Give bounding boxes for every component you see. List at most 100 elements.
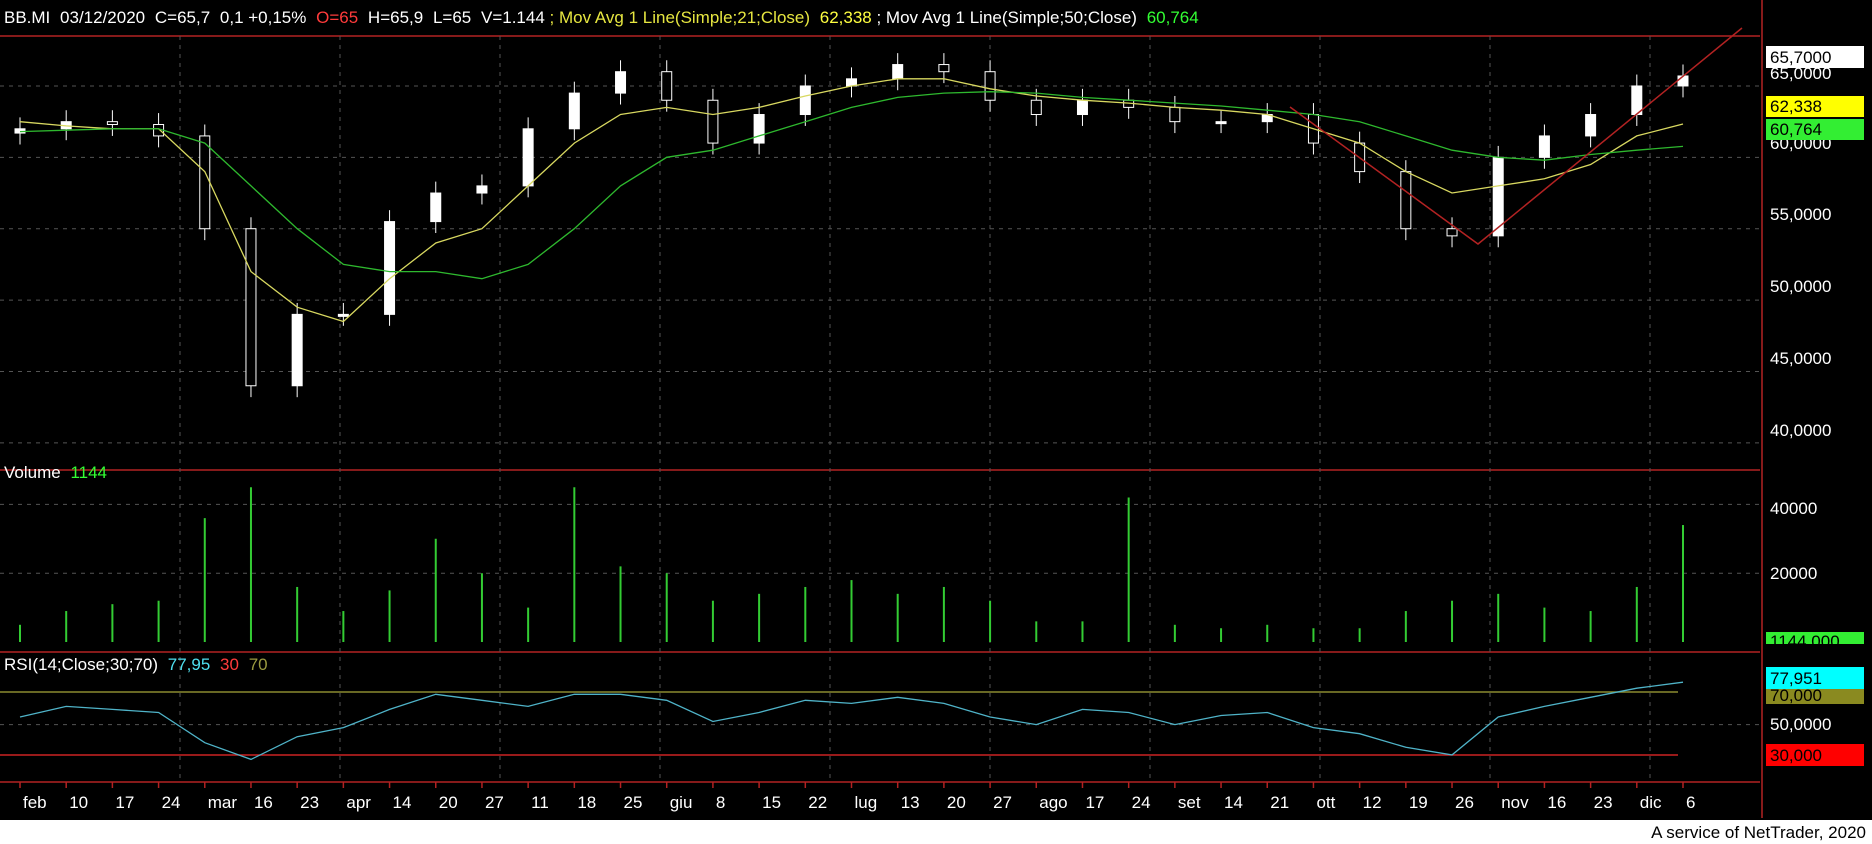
candle-body [799, 85, 811, 116]
candle-body [1169, 106, 1181, 123]
header-date: 03/12/2020 [60, 8, 145, 27]
candle-body [384, 221, 396, 315]
header-ma21-value: 62,338 [820, 8, 872, 27]
header-open: O=65 [316, 8, 358, 27]
x-tick-label: 24 [162, 793, 181, 812]
rsi-title-lower: 30 [220, 655, 239, 674]
x-tick-label: 22 [808, 793, 827, 812]
x-tick-label: lug [855, 793, 878, 812]
volume-last-label: 1144,000 [1770, 632, 1840, 651]
header-ma50-label: ; Mov Avg 1 Line(Simple;50;Close) [876, 8, 1136, 27]
candle-body [1076, 99, 1088, 116]
price-tick-50: 50,0000 [1770, 277, 1831, 296]
rsi-lower-label: 30,000 [1770, 746, 1822, 765]
candle-body [892, 64, 904, 80]
price-tick-45: 45,0000 [1770, 349, 1831, 368]
x-tick-label: 11 [531, 793, 549, 812]
x-tick-label: giu [670, 793, 693, 812]
candle-body [430, 192, 442, 223]
volume-title-value: 1144 [70, 463, 107, 482]
stock-chart: BB.MI 03/12/2020 C=65,7 0,1 +0,15% O=65 … [0, 0, 1872, 844]
candle-body [522, 128, 534, 187]
x-tick-label: 20 [439, 793, 458, 812]
x-tick-label: 16 [1547, 793, 1566, 812]
header-line: BB.MI 03/12/2020 C=65,7 0,1 +0,15% O=65 … [4, 8, 1199, 27]
rsi-last-label: 77,951 [1770, 669, 1822, 688]
last-price-label: 65,7000 [1770, 48, 1831, 67]
x-tick-label: 15 [762, 793, 781, 812]
candle-body [1677, 75, 1689, 87]
x-tick-label: 13 [901, 793, 920, 812]
x-tick-label: 27 [993, 793, 1012, 812]
candle-body [661, 71, 673, 101]
x-tick-label: apr [346, 793, 371, 812]
candle-body [938, 64, 950, 73]
header-ma50-value: 60,764 [1147, 8, 1199, 27]
x-tick-label: set [1178, 793, 1201, 812]
rsi-title-value: 77,95 [168, 655, 211, 674]
rsi-title-label: RSI(14;Close;30;70) [4, 655, 158, 674]
x-tick-label: 14 [393, 793, 412, 812]
candle-body [199, 135, 211, 230]
volume-title: Volume 1144 [4, 463, 107, 482]
volume-title-label: Volume [4, 463, 61, 482]
rsi-title: RSI(14;Close;30;70) 77,95 30 70 [4, 655, 268, 674]
x-tick-label: ago [1039, 793, 1067, 812]
x-tick-label: 8 [716, 793, 725, 812]
x-tick-label: 27 [485, 793, 504, 812]
x-tick-label: 19 [1409, 793, 1428, 812]
candle-body [707, 99, 719, 144]
x-tick-label: 23 [1594, 793, 1613, 812]
x-tick-label: feb [23, 793, 47, 812]
x-tick-label: 16 [254, 793, 273, 812]
header-high: H=65,9 [368, 8, 423, 27]
ma21-value-label: 62,338 [1770, 97, 1822, 116]
header-low: L=65 [433, 8, 471, 27]
x-tick-label: dic [1640, 793, 1662, 812]
candle-body [1400, 171, 1412, 230]
price-tick-40: 40,0000 [1770, 421, 1831, 440]
x-tick-label: mar [208, 793, 238, 812]
header-volume: V=1.144 [481, 8, 545, 27]
x-tick-label: ott [1316, 793, 1335, 812]
x-tick-label: 6 [1686, 793, 1695, 812]
candle-body [337, 313, 349, 317]
header-symbol: BB.MI [4, 8, 50, 27]
price-tick-55: 55,0000 [1770, 205, 1831, 224]
x-tick-label: 20 [947, 793, 966, 812]
x-tick-label: 18 [577, 793, 596, 812]
rsi-title-upper: 70 [249, 655, 268, 674]
x-tick-label: 17 [115, 793, 134, 812]
x-tick-label: 24 [1132, 793, 1151, 812]
candle-body [1215, 121, 1227, 125]
x-tick-label: 10 [69, 793, 88, 812]
header-ma21-label: ; Mov Avg 1 Line(Simple;21;Close) [550, 8, 810, 27]
x-tick-label: 23 [300, 793, 319, 812]
candle-body [245, 228, 257, 387]
candle-body [1538, 135, 1550, 158]
candle-body [615, 71, 627, 94]
candle-body [1446, 228, 1458, 237]
ma50-value-label: 60,764 [1770, 120, 1822, 139]
candle-body [291, 313, 303, 387]
candle-body [476, 185, 488, 194]
candle-body [1631, 85, 1643, 116]
candle-body [1030, 99, 1042, 116]
candle-body [753, 114, 765, 144]
x-tick-label: 12 [1363, 793, 1382, 812]
candle-body [1585, 114, 1597, 137]
volume-tick-40000: 40000 [1770, 499, 1817, 518]
volume-tick-20000: 20000 [1770, 564, 1817, 583]
x-tick-label: nov [1501, 793, 1529, 812]
x-tick-label: 14 [1224, 793, 1243, 812]
candle-body [106, 121, 118, 126]
x-tick-label: 17 [1085, 793, 1104, 812]
footer-background [0, 820, 1872, 844]
candle-body [984, 71, 996, 101]
footer-credit: A service of NetTrader, 2020 [1651, 823, 1866, 842]
x-tick-label: 25 [624, 793, 643, 812]
header-change: 0,1 +0,15% [220, 8, 307, 27]
candle-body [568, 92, 580, 130]
x-tick-label: 21 [1270, 793, 1289, 812]
x-tick-label: 26 [1455, 793, 1474, 812]
